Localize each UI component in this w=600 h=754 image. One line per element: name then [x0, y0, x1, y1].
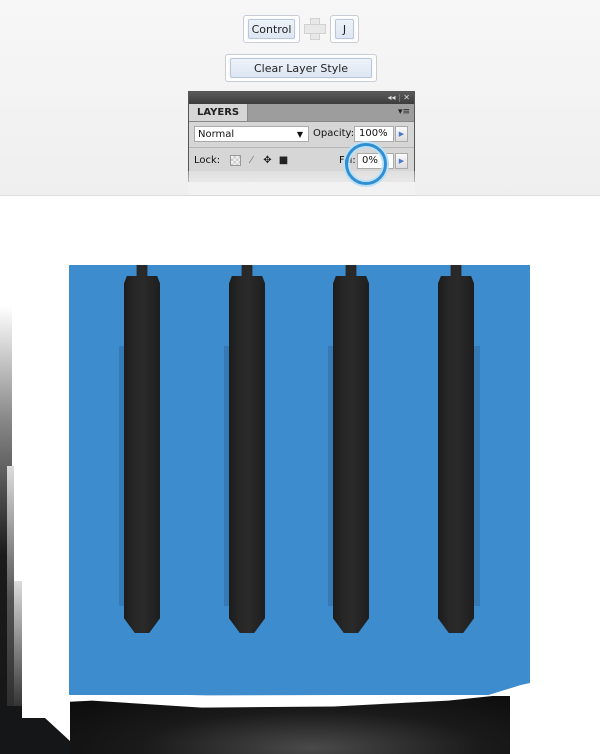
- lock-label: Lock:: [194, 155, 221, 166]
- opacity-stepper[interactable]: ▶: [395, 126, 408, 142]
- plus-icon: [304, 18, 326, 40]
- highlight-circle: [345, 143, 387, 185]
- dark-base: [70, 696, 510, 754]
- close-icon[interactable]: ✕: [403, 93, 410, 102]
- tab-layers[interactable]: LAYERS: [189, 104, 249, 121]
- blend-mode-value: Normal: [198, 129, 235, 140]
- panel-menu-icon[interactable]: ▾≡: [398, 107, 410, 117]
- blend-mode-select[interactable]: Normal ▼: [194, 126, 309, 142]
- blend-row: Normal ▼ Opacity: 100% ▶: [194, 126, 409, 143]
- blue-shape-bottom: [69, 681, 530, 696]
- stripe-bar-4: [438, 265, 474, 633]
- j-key: J: [330, 15, 359, 43]
- opacity-field[interactable]: 100%: [354, 126, 394, 142]
- triangle-right-icon: ▶: [398, 157, 405, 165]
- lock-image-pixels-icon[interactable]: ⁄: [246, 155, 257, 166]
- triangle-right-icon: ▶: [398, 130, 405, 138]
- control-key: Control: [243, 15, 300, 43]
- j-key-label: J: [335, 19, 354, 39]
- clear-layer-style-label: Clear Layer Style: [230, 58, 372, 78]
- control-key-label: Control: [248, 19, 295, 39]
- collapse-icon[interactable]: ◂◂: [387, 93, 395, 102]
- lock-position-icon[interactable]: ✥: [262, 155, 273, 166]
- panel-tab-bar: LAYERS ▾≡: [189, 104, 414, 122]
- panel-controls: ◂◂ | ✕: [387, 93, 410, 102]
- stripe-bar-1: [124, 265, 160, 633]
- lock-all-icon[interactable]: ■: [278, 155, 289, 166]
- lock-transparent-pixels-icon[interactable]: [230, 155, 241, 166]
- clear-layer-style-button[interactable]: Clear Layer Style: [225, 54, 377, 82]
- canvas: [0, 195, 600, 754]
- stripe-bar-3: [333, 265, 369, 633]
- opacity-label: Opacity:: [313, 128, 355, 139]
- stripe-bar-2: [229, 265, 265, 633]
- chevron-down-icon: ▼: [296, 130, 303, 139]
- bar-shadow: [474, 346, 480, 606]
- dark-base-left: [0, 706, 70, 754]
- fill-stepper[interactable]: ▶: [395, 153, 408, 169]
- panel-titlebar: ◂◂ | ✕: [189, 92, 414, 104]
